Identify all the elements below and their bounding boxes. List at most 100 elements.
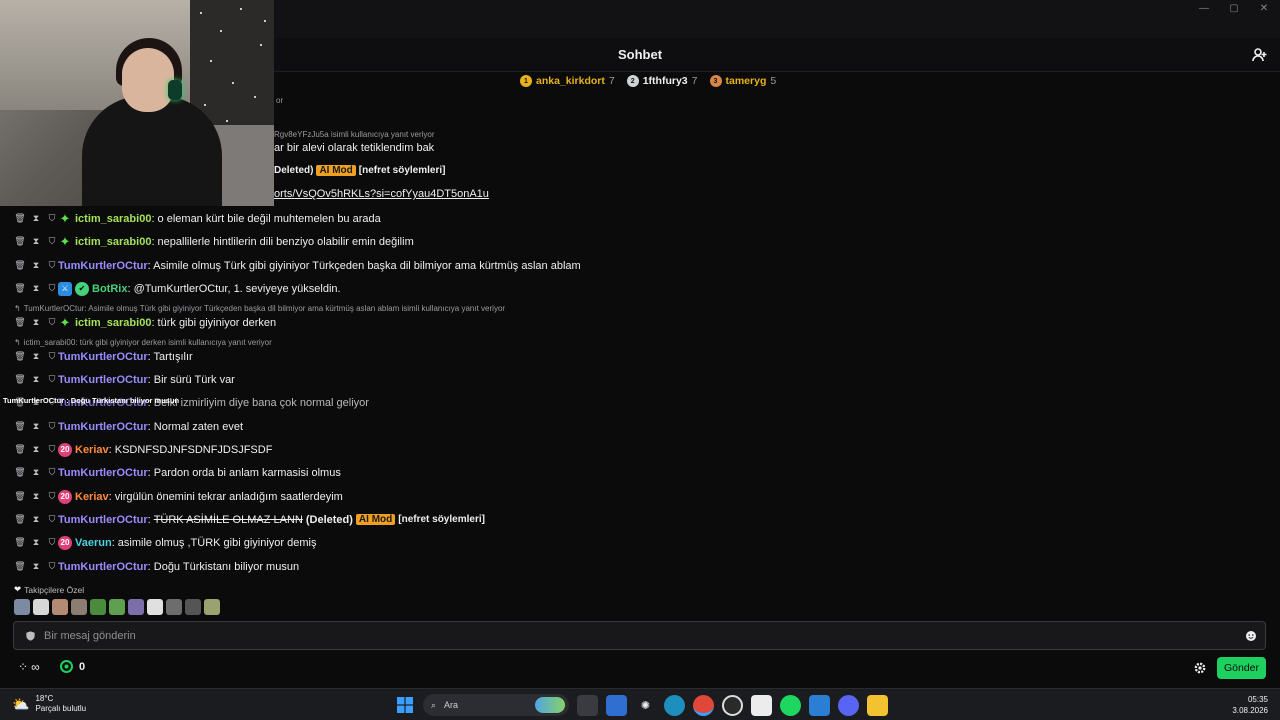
chat-username[interactable]: Keriav [75,444,109,456]
system-clock[interactable]: 05:35 3.08.2026 [1232,694,1268,716]
chat-username[interactable]: Keriav [75,491,109,503]
discord-icon[interactable] [838,694,859,716]
delete-icon[interactable]: 🗑 [14,561,25,572]
leader-item[interactable]: 1 anka_kirkdort 7 [520,75,615,87]
vscode-icon[interactable] [809,694,830,716]
timeout-icon[interactable]: ⧗ [32,236,40,247]
chat-username[interactable]: TumKurtlerOCtur [58,260,148,272]
chat-username[interactable]: TumKurtlerOCtur [58,514,148,526]
store-icon[interactable] [606,694,627,716]
emote-icon[interactable] [14,599,30,615]
chrome-icon[interactable] [693,694,714,716]
emote-icon[interactable] [33,599,49,615]
emote-icon[interactable] [109,599,125,615]
ban-icon[interactable]: ⛉ [48,260,56,271]
chat-username[interactable]: TumKurtlerOCtur [58,351,148,363]
emote-icon[interactable] [90,599,106,615]
emote-icon[interactable] [128,599,144,615]
chat-username[interactable]: ictim_sarabi00 [75,236,151,248]
sparkle-badge-icon: ✦ [59,314,71,330]
timeout-icon[interactable]: ⧗ [32,421,40,432]
chat-message-row: 🗑 ⧗ ⛉ TumKurtlerOCtur: Pardon orda bi anlam… [0,461,1280,484]
delete-icon[interactable]: 🗑 [14,236,25,247]
emote-icon[interactable] [52,599,68,615]
chatgpt-icon[interactable]: ✺ [635,695,656,716]
leader-item[interactable]: 3 tameryg 5 [709,75,776,87]
ban-icon[interactable]: ⛉ [48,444,56,455]
timeout-icon[interactable]: ⧗ [32,467,40,478]
emote-icon[interactable] [147,599,163,615]
delete-icon[interactable]: 🗑 [14,213,25,224]
minimize-icon[interactable]: — [1187,0,1221,16]
emote-icon[interactable] [71,599,87,615]
chat-username[interactable]: TumKurtlerOCtur [58,374,148,386]
chat-username[interactable]: TumKurtlerOCtur [58,561,148,573]
mod-tools: 🗑 ⧗ ⛉ [14,213,58,224]
task-view-icon[interactable] [577,694,598,716]
delete-icon[interactable]: 🗑 [14,537,25,548]
channel-points[interactable]: 0 [60,660,85,673]
chat-username[interactable]: ictim_sarabi00 [75,213,151,225]
timeout-icon[interactable]: ⧗ [32,283,40,294]
delete-icon[interactable]: 🗑 [14,260,25,271]
delete-icon[interactable]: 🗑 [14,421,25,432]
ban-icon[interactable]: ⛉ [48,317,56,328]
spotify-icon[interactable] [780,694,801,716]
maximize-icon[interactable]: ▢ [1217,0,1251,16]
ban-icon[interactable]: ⛉ [48,467,56,478]
timeout-icon[interactable]: ⧗ [32,213,40,224]
delete-icon[interactable]: 🗑 [14,283,25,294]
emote-icon[interactable] [204,599,220,615]
delete-icon[interactable]: 🗑 [14,351,25,362]
delete-icon[interactable]: 🗑 [14,317,25,328]
delete-icon[interactable]: 🗑 [14,467,25,478]
obs-icon[interactable] [722,694,743,716]
delete-icon[interactable]: 🗑 [14,444,25,455]
leader-item[interactable]: 2 1fthfury3 7 [626,75,698,87]
emoji-icon[interactable] [1245,630,1257,642]
delete-icon[interactable]: 🗑 [14,491,25,502]
timeout-icon[interactable]: ⧗ [32,491,40,502]
chat-input-box[interactable] [13,621,1266,650]
taskbar-search[interactable]: ⌕ Ara [423,694,569,716]
users-icon[interactable] [1252,47,1268,63]
timeout-icon[interactable]: ⧗ [32,514,40,525]
gear-icon[interactable] [1193,661,1207,675]
ban-icon[interactable]: ⛉ [48,213,56,224]
timeout-icon[interactable]: ⧗ [32,561,40,572]
ban-icon[interactable]: ⛉ [48,537,56,548]
delete-icon[interactable]: 🗑 [14,514,25,525]
close-icon[interactable]: ✕ [1247,0,1280,16]
chat-username[interactable]: ictim_sarabi00 [75,317,151,329]
send-button[interactable]: Gönder [1217,657,1266,679]
timeout-icon[interactable]: ⧗ [32,351,40,362]
ban-icon[interactable]: ⛉ [48,421,56,432]
chat-input[interactable] [44,628,1224,644]
chat-username[interactable]: TumKurtlerOCtur [58,467,148,479]
folder-icon[interactable] [867,694,888,716]
chat-username[interactable]: Vaerun [75,537,112,549]
timeout-icon[interactable]: ⧗ [32,537,40,548]
ban-icon[interactable]: ⛉ [48,491,56,502]
timeout-icon[interactable]: ⧗ [32,374,40,385]
edge-icon[interactable] [664,694,685,716]
weather-widget[interactable]: ⛅ 18°C Parçalı bulutlu [12,694,86,714]
emote-icon[interactable] [166,599,182,615]
message-link[interactable]: orts/VsQOv5hRKLs?si=cofYyau4DT5onA1u [274,188,489,200]
ban-icon[interactable]: ⛉ [48,351,56,362]
timeout-icon[interactable]: ⧗ [32,260,40,271]
delete-icon[interactable]: 🗑 [14,374,25,385]
ban-icon[interactable]: ⛉ [48,236,56,247]
chat-username[interactable]: TumKurtlerOCtur [58,421,148,433]
timeout-icon[interactable]: ⧗ [32,444,40,455]
windows-start-icon[interactable] [394,695,415,716]
ban-icon[interactable]: ⛉ [48,514,56,525]
chat-username[interactable]: BotRix [92,283,127,295]
ban-icon[interactable]: ⛉ [48,374,56,385]
app-icon[interactable] [751,694,772,716]
slow-mode-indicator[interactable]: ⁘ ∞ [18,660,40,674]
timeout-icon[interactable]: ⧗ [32,317,40,328]
ban-icon[interactable]: ⛉ [48,283,56,294]
ban-icon[interactable]: ⛉ [48,561,56,572]
emote-icon[interactable] [185,599,201,615]
